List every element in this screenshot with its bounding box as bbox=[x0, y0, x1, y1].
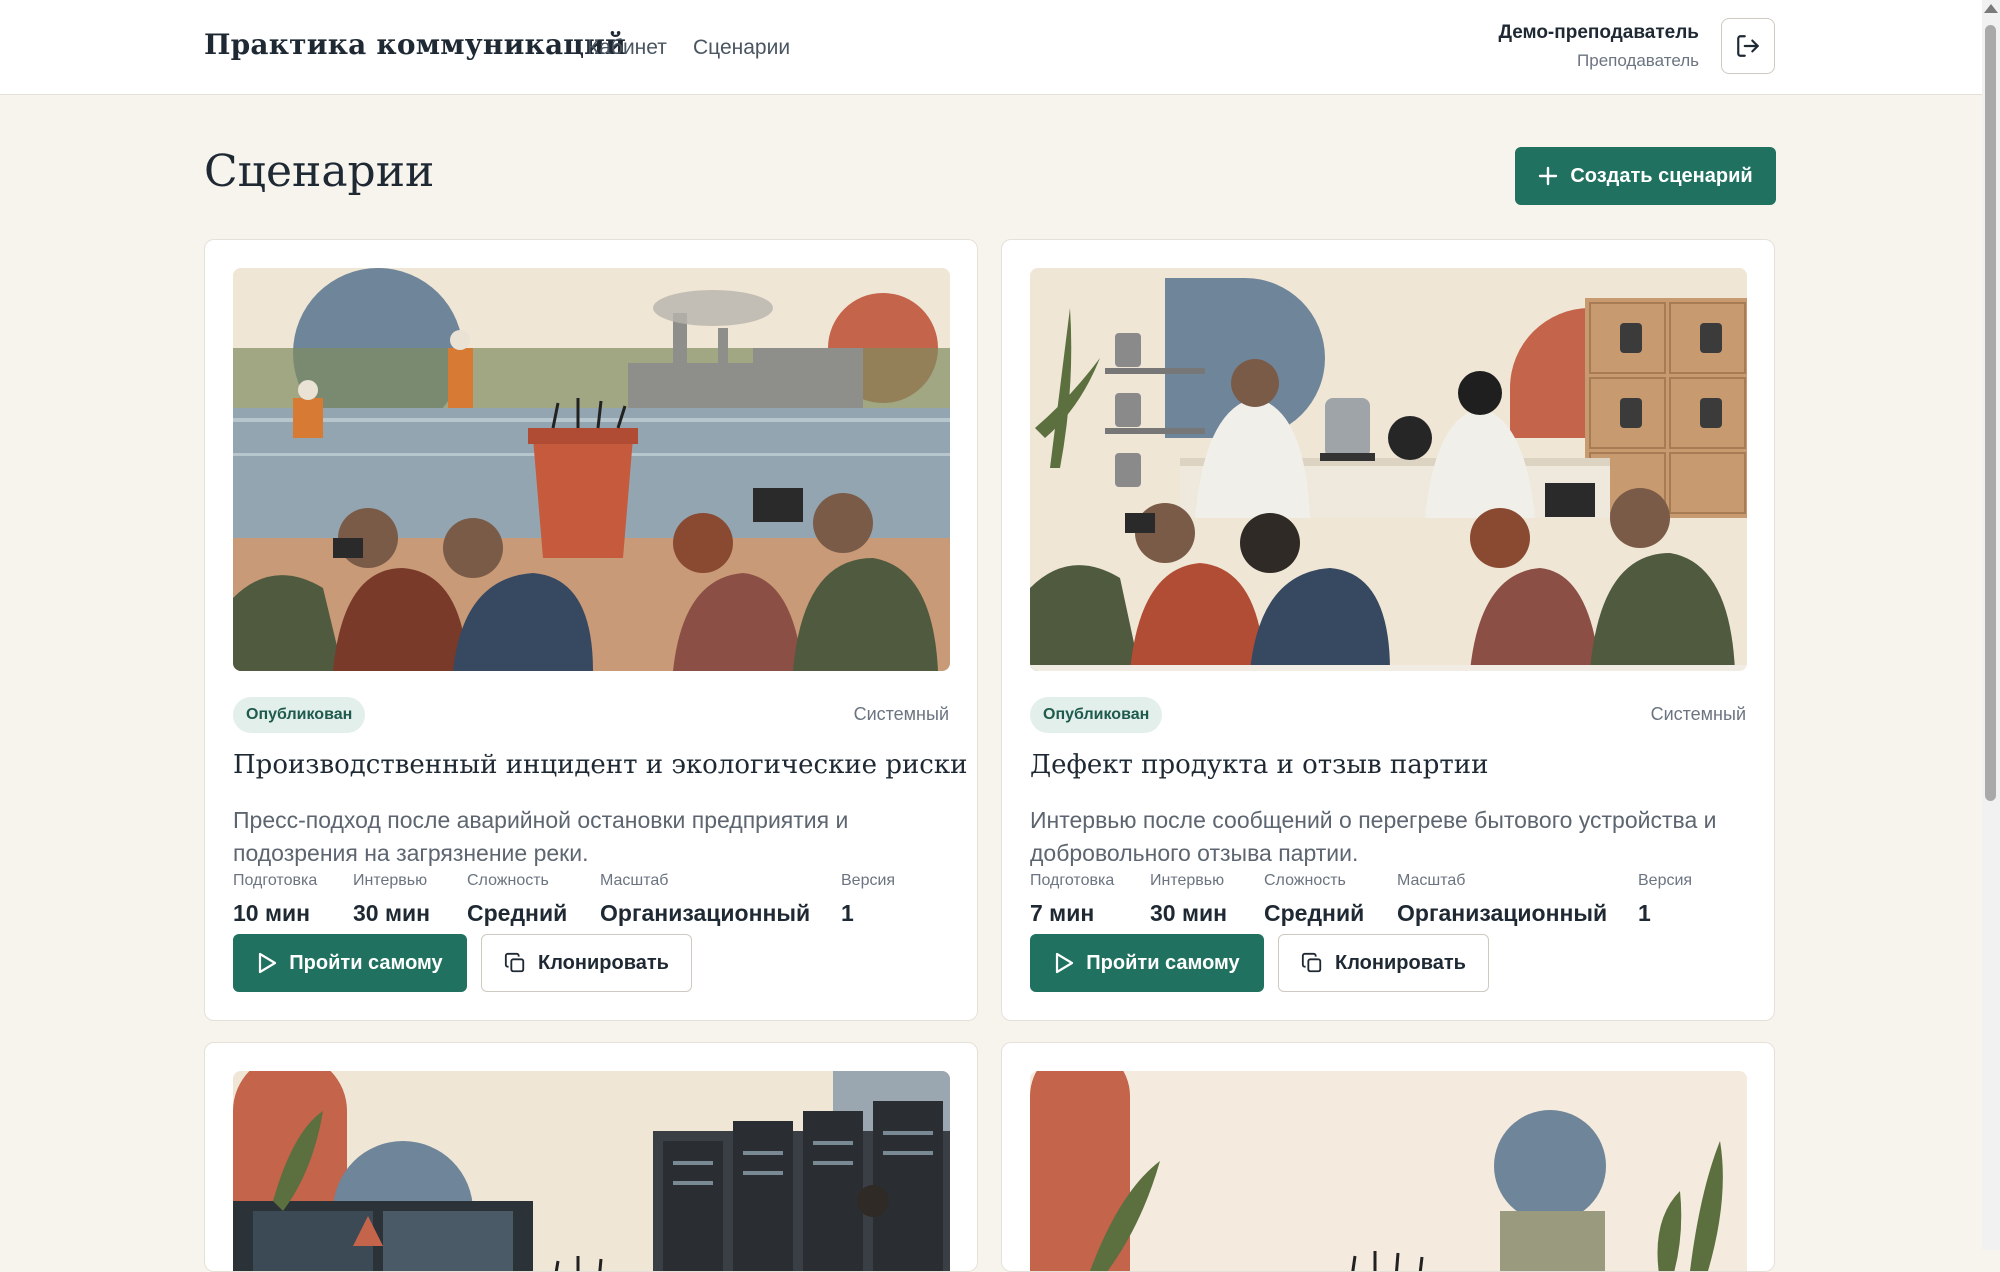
scenario-type-label: Системный bbox=[853, 704, 949, 724]
meta-value: Организационный bbox=[1397, 900, 1608, 926]
top-navigation-bar: Практика коммуникаций Кабинет Сценарии Д… bbox=[0, 0, 1982, 95]
meta-difficulty: Сложность Средний bbox=[1264, 872, 1364, 927]
meta-label: Масштаб bbox=[1397, 872, 1466, 889]
meta-label: Интервью bbox=[1150, 872, 1225, 889]
meta-value: 30 мин bbox=[1150, 900, 1228, 926]
meta-label: Интервью bbox=[353, 872, 428, 889]
scenario-card bbox=[204, 1042, 978, 1272]
scenario-illustration bbox=[1030, 268, 1747, 671]
scroll-up-arrow-icon[interactable] bbox=[1984, 4, 1998, 13]
copy-icon bbox=[1301, 952, 1322, 973]
scenario-illustration bbox=[233, 1071, 950, 1271]
clone-button[interactable]: Клонировать bbox=[481, 934, 692, 992]
meta-scale: Масштаб Организационный bbox=[600, 872, 810, 927]
status-badge: Опубликован bbox=[233, 697, 366, 733]
meta-value: 30 мин bbox=[353, 900, 431, 926]
scrollbar-thumb[interactable] bbox=[1985, 25, 1996, 801]
clone-button[interactable]: Клонировать bbox=[1278, 934, 1489, 992]
scenario-title[interactable]: Производственный инцидент и экологически… bbox=[233, 750, 967, 780]
meta-version: Версия 1 bbox=[841, 872, 895, 927]
scenario-title[interactable]: Дефект продукта и отзыв партии bbox=[1030, 750, 1488, 780]
meta-value: Организационный bbox=[600, 900, 811, 926]
run-yourself-button[interactable]: Пройти самому bbox=[1030, 934, 1264, 992]
meta-difficulty: Сложность Средний bbox=[467, 872, 567, 927]
meta-interview: Интервью 30 мин bbox=[1150, 872, 1227, 927]
meta-interview: Интервью 30 мин bbox=[353, 872, 430, 927]
logout-button[interactable] bbox=[1721, 18, 1775, 74]
meta-scale: Масштаб Организационный bbox=[1397, 872, 1607, 927]
nav-link-scenarios[interactable]: Сценарии bbox=[693, 36, 790, 60]
nav-link-cabinet[interactable]: Кабинет bbox=[587, 36, 667, 60]
scenario-illustration bbox=[233, 268, 950, 671]
public-statement-illustration bbox=[1030, 1071, 1747, 1271]
run-yourself-button[interactable]: Пройти самому bbox=[233, 934, 467, 992]
scenario-card: Опубликован Системный Дефект продукта и … bbox=[1001, 239, 1775, 1021]
meta-label: Версия bbox=[841, 872, 896, 889]
scenario-card: Опубликован Системный Производственный и… bbox=[204, 239, 978, 1021]
user-name: Демо-преподаватель bbox=[1498, 22, 1699, 43]
scenario-description: Интервью после сообщений о перегреве быт… bbox=[1030, 807, 1717, 866]
user-role: Преподаватель bbox=[1577, 51, 1699, 70]
meta-value: Средний bbox=[1264, 900, 1365, 926]
logout-icon bbox=[1737, 35, 1759, 57]
meta-version: Версия 1 bbox=[1638, 872, 1692, 927]
meta-value: 10 мин bbox=[233, 900, 311, 926]
create-scenario-label: Создать сценарий bbox=[1570, 164, 1753, 187]
press-conference-river-illustration bbox=[233, 268, 950, 671]
scenario-card bbox=[1001, 1042, 1775, 1272]
meta-value: Средний bbox=[467, 900, 568, 926]
plus-icon bbox=[1539, 166, 1558, 186]
meta-label: Сложность bbox=[1264, 872, 1346, 889]
meta-preparation: Подготовка 10 мин bbox=[233, 872, 317, 927]
play-icon bbox=[1056, 952, 1074, 974]
brand-logo-text[interactable]: Практика коммуникаций bbox=[204, 28, 626, 61]
meta-value: 1 bbox=[1638, 900, 1651, 926]
scenario-description: Пресс-подход после аварийной остановки п… bbox=[233, 807, 849, 866]
meta-value: 7 мин bbox=[1030, 900, 1095, 926]
scenario-type-label: Системный bbox=[1650, 704, 1746, 724]
run-yourself-label: Пройти самому bbox=[1086, 951, 1240, 974]
meta-label: Сложность bbox=[467, 872, 549, 889]
run-yourself-label: Пройти самому bbox=[289, 951, 443, 974]
clone-label: Клонировать bbox=[1335, 951, 1466, 974]
create-scenario-button[interactable]: Создать сценарий bbox=[1515, 147, 1776, 205]
meta-label: Подготовка bbox=[233, 872, 318, 889]
meta-label: Версия bbox=[1638, 872, 1693, 889]
page-title: Сценарии bbox=[204, 146, 435, 197]
play-icon bbox=[259, 952, 277, 974]
meta-label: Подготовка bbox=[1030, 872, 1115, 889]
meta-preparation: Подготовка 7 мин bbox=[1030, 872, 1114, 927]
clone-label: Клонировать bbox=[538, 951, 669, 974]
product-defect-lab-illustration bbox=[1030, 268, 1747, 671]
status-badge: Опубликован bbox=[1030, 697, 1163, 733]
scenario-illustration bbox=[1030, 1071, 1747, 1271]
meta-value: 1 bbox=[841, 900, 854, 926]
data-center-illustration bbox=[233, 1071, 950, 1271]
copy-icon bbox=[504, 952, 525, 973]
meta-label: Масштаб bbox=[600, 872, 669, 889]
